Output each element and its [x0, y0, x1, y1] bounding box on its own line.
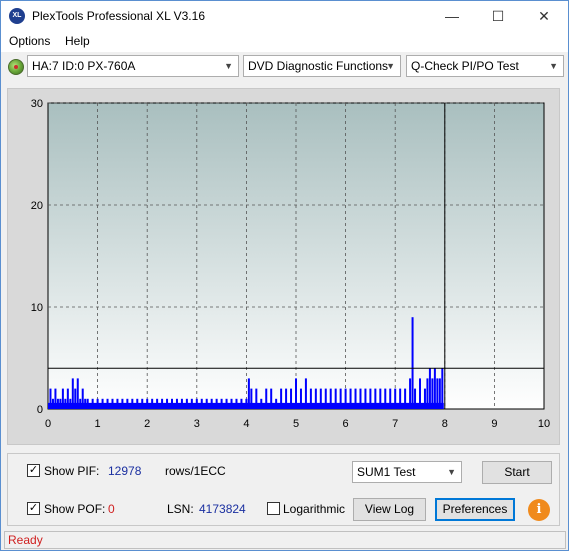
test-select-value: Q-Check PI/PO Test	[411, 59, 519, 73]
test-select[interactable]: Q-Check PI/PO Test ▼	[406, 55, 564, 77]
view-log-button[interactable]: View Log	[353, 498, 426, 521]
status-bar: Ready	[4, 531, 566, 549]
pof-value: 0	[108, 502, 115, 516]
show-pof-label: Show POF:	[44, 502, 106, 516]
function-select[interactable]: DVD Diagnostic Functions ▼	[243, 55, 401, 77]
window-title: PlexTools Professional XL V3.16	[32, 9, 205, 23]
info-icon[interactable]: i	[528, 499, 550, 521]
start-button[interactable]: Start	[482, 461, 552, 484]
close-button[interactable]: ✕	[521, 1, 567, 31]
show-pof-checkbox[interactable]: ✓	[27, 502, 40, 515]
y-tick-label: 0	[37, 404, 43, 416]
logarithmic-checkbox[interactable]	[267, 502, 280, 515]
x-tick-label: 6	[343, 418, 349, 430]
x-tick-label: 4	[243, 418, 249, 430]
drive-status-icon	[8, 59, 24, 75]
chevron-down-icon: ▼	[224, 61, 233, 71]
x-tick-label: 7	[392, 418, 398, 430]
y-tick-label: 10	[31, 302, 43, 314]
title-bar: XL PlexTools Professional XL V3.16 — ☐ ✕	[1, 1, 568, 31]
function-select-value: DVD Diagnostic Functions	[248, 59, 389, 73]
x-tick-label: 10	[538, 418, 550, 430]
menu-help-label: Help	[65, 34, 90, 48]
menu-options-label: Options	[9, 34, 51, 48]
minimize-button[interactable]: —	[429, 1, 475, 31]
menu-bar: Options Help	[1, 31, 568, 52]
x-tick-label: 1	[95, 418, 101, 430]
app-logo-icon: XL	[9, 8, 25, 24]
drive-select[interactable]: HA:7 ID:0 PX-760A ▼	[27, 55, 239, 77]
drive-select-value: HA:7 ID:0 PX-760A	[32, 59, 136, 73]
menu-options[interactable]: Options	[9, 34, 50, 48]
chevron-down-icon: ▼	[447, 467, 456, 477]
pi-po-chart: 0 1 2 3 4 5 6 7 8 9 10 0 10 20 30	[31, 98, 550, 430]
preferences-button[interactable]: Preferences	[435, 498, 515, 521]
y-tick-label: 20	[31, 200, 43, 212]
pif-unit: rows/1ECC	[165, 464, 226, 478]
x-tick-label: 2	[144, 418, 150, 430]
y-tick-label: 30	[31, 98, 43, 110]
pi-baseline-fill	[48, 402, 444, 409]
x-tick-label: 0	[45, 418, 51, 430]
toolbar: HA:7 ID:0 PX-760A ▼ DVD Diagnostic Funct…	[1, 54, 568, 78]
status-text: Ready	[8, 533, 43, 547]
x-tick-label: 3	[194, 418, 200, 430]
lsn-value: 4173824	[199, 502, 246, 516]
x-tick-label: 9	[491, 418, 497, 430]
menu-help[interactable]: Help	[65, 34, 90, 48]
show-pif-label: Show PIF:	[44, 464, 100, 478]
show-pif-checkbox[interactable]: ✓	[27, 464, 40, 477]
chevron-down-icon: ▼	[549, 61, 558, 71]
lsn-label: LSN:	[167, 502, 194, 516]
test-mode-select[interactable]: SUM1 Test ▼	[352, 461, 462, 483]
logarithmic-label: Logarithmic	[283, 502, 346, 516]
chart-panel: 0 1 2 3 4 5 6 7 8 9 10 0 10 20 30	[7, 88, 560, 445]
pif-value: 12978	[108, 464, 142, 478]
app-window: XL PlexTools Professional XL V3.16 — ☐ ✕…	[0, 0, 569, 551]
control-panel: ✓ Show PIF: 12978 rows/1ECC SUM1 Test ▼ …	[7, 453, 560, 526]
pi-bar	[411, 317, 414, 409]
maximize-button[interactable]: ☐	[475, 1, 521, 31]
x-tick-label: 5	[293, 418, 299, 430]
test-mode-value: SUM1 Test	[357, 465, 416, 479]
chevron-down-icon: ▼	[386, 61, 395, 71]
x-tick-label: 8	[442, 418, 448, 430]
